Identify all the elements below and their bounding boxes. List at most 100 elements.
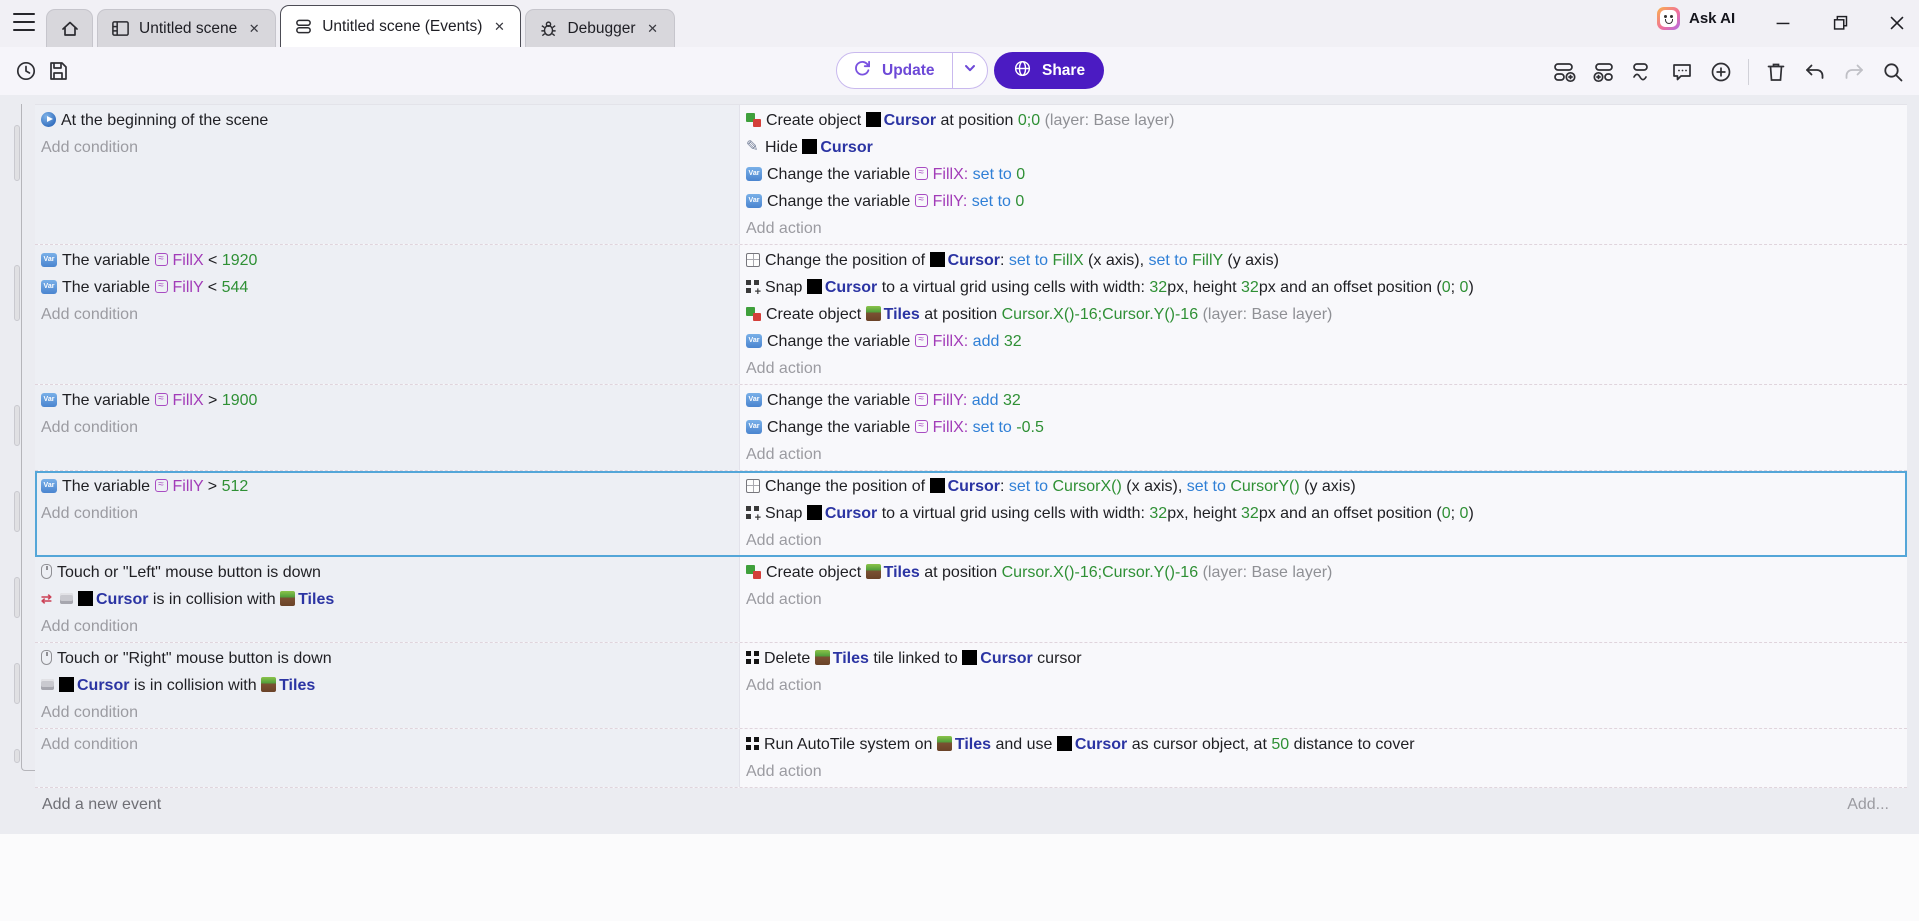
add-more-button[interactable]: Add... — [1847, 796, 1889, 814]
event-block[interactable]: The variable FillX > 1900Add conditionCh… — [14, 385, 1907, 471]
condition-row[interactable]: The variable FillY < 544 — [35, 274, 739, 301]
action-row[interactable]: Change the position of Cursor: set to Fi… — [740, 247, 1907, 274]
action-row[interactable]: Change the variable FillX: set to 0 — [740, 161, 1907, 188]
add-action-button[interactable]: Add action — [740, 215, 1907, 242]
action-row[interactable]: Change the variable FillY: add 32 — [740, 387, 1907, 414]
update-options-button[interactable] — [951, 53, 987, 88]
action-row[interactable]: Create object Tiles at position Cursor.X… — [740, 559, 1907, 586]
tab-label: Debugger — [567, 19, 636, 37]
text-segment: set to — [972, 166, 1012, 183]
action-row[interactable]: Delete Tiles tile linked to Cursor curso… — [740, 645, 1907, 672]
condition-row[interactable]: Cursor is in collision with Tiles — [35, 672, 739, 699]
event-drag-handle[interactable] — [14, 663, 20, 704]
action-row[interactable]: Create object Cursor at position 0;0 (la… — [740, 107, 1907, 134]
add-action-button[interactable]: Add action — [740, 355, 1907, 382]
text-segment: 1900 — [221, 392, 258, 409]
action-row[interactable]: Create object Tiles at position Cursor.X… — [740, 301, 1907, 328]
condition-row[interactable]: Cursor is in collision with Tiles — [35, 586, 739, 613]
event-drag-handle[interactable] — [14, 265, 20, 321]
event-drag-handle[interactable] — [14, 491, 20, 532]
event-block[interactable]: Add condition Run AutoTile system on Tile… — [14, 729, 1907, 788]
search-icon[interactable] — [1881, 60, 1905, 84]
add-event-icon[interactable] — [1553, 60, 1577, 84]
brick-icon — [60, 593, 73, 605]
text-segment: The variable — [62, 252, 155, 269]
tab-home[interactable] — [46, 9, 93, 47]
action-row[interactable]: Change the variable FillX: set to -0.5 — [740, 414, 1907, 441]
close-window-button[interactable] — [1882, 8, 1912, 38]
action-row[interactable]: Change the position of Cursor: set to Cu… — [740, 473, 1907, 500]
action-row[interactable]: Snap Cursor to a virtual grid using cell… — [740, 500, 1907, 527]
text-segment: set to — [971, 193, 1011, 210]
add-condition-button[interactable]: Add condition — [35, 699, 739, 726]
save-icon[interactable] — [46, 59, 70, 83]
vartag-icon — [154, 479, 168, 493]
condition-row[interactable]: The variable FillX > 1900 — [35, 387, 739, 414]
add-new-event-button[interactable]: Add a new event — [42, 796, 161, 814]
update-button[interactable]: Update — [836, 52, 988, 89]
event-block[interactable]: The variable FillY > 512Add conditionCha… — [14, 471, 1907, 557]
cursor-icon — [929, 478, 945, 494]
add-subevent-icon[interactable] — [1592, 60, 1616, 84]
delete-icon[interactable] — [1764, 60, 1788, 84]
event-block[interactable]: The variable FillX < 1920The variable Fi… — [14, 245, 1907, 385]
restore-button[interactable] — [1826, 8, 1856, 38]
text-segment: > — [203, 478, 222, 495]
add-action-button[interactable]: Add action — [740, 758, 1907, 785]
tab-untitled-scene[interactable]: Untitled scene — [97, 9, 277, 47]
event-drag-handle[interactable] — [14, 125, 20, 181]
close-tab-icon[interactable] — [246, 21, 262, 37]
event-drag-handle[interactable] — [14, 405, 20, 446]
action-row[interactable]: Run AutoTile system on Tiles and use Cur… — [740, 731, 1907, 758]
project-manager-menu-icon[interactable] — [13, 13, 35, 31]
redo-icon[interactable] — [1842, 60, 1866, 84]
add-other-event-icon[interactable] — [1631, 60, 1655, 84]
text-segment: Create object — [766, 306, 866, 323]
text-segment: ; — [1450, 505, 1460, 522]
text-segment: Tiles — [298, 591, 335, 608]
condition-row[interactable]: At the beginning of the scene — [35, 107, 739, 134]
add-condition-button[interactable]: Add condition — [35, 500, 739, 527]
add-condition-button[interactable]: Add condition — [35, 731, 739, 758]
add-action-button[interactable]: Add action — [740, 527, 1907, 554]
action-row[interactable]: Snap Cursor to a virtual grid using cell… — [740, 274, 1907, 301]
action-row[interactable]: Hide Cursor — [740, 134, 1907, 161]
condition-row[interactable]: The variable FillX < 1920 — [35, 247, 739, 274]
event-drag-handle[interactable] — [14, 577, 20, 618]
add-comment-icon[interactable] — [1670, 60, 1694, 84]
add-more-events-icon[interactable] — [1709, 60, 1733, 84]
tab-debugger[interactable]: Debugger — [525, 9, 675, 47]
action-row[interactable]: Change the variable FillY: set to 0 — [740, 188, 1907, 215]
text-segment: to a virtual grid using cells with width… — [877, 279, 1150, 296]
text-segment: Cursor.X()-16;Cursor.Y()-16 — [1001, 564, 1199, 581]
condition-row[interactable]: Touch or "Right" mouse button is down — [35, 645, 739, 672]
add-action-button[interactable]: Add action — [740, 672, 1907, 699]
history-icon[interactable] — [14, 59, 38, 83]
action-row[interactable]: Change the variable FillX: add 32 — [740, 328, 1907, 355]
event-block[interactable]: Touch or "Right" mouse button is down Cur… — [14, 643, 1907, 729]
vartag-icon — [154, 393, 168, 407]
minimize-button[interactable] — [1768, 8, 1798, 38]
add-action-button[interactable]: Add action — [740, 441, 1907, 468]
tab-untitled-scene-events[interactable]: Untitled scene (Events) — [280, 5, 522, 47]
text-segment: Tiles — [883, 306, 920, 323]
share-button[interactable]: Share — [994, 52, 1105, 89]
close-tab-icon[interactable] — [645, 21, 661, 37]
undo-icon[interactable] — [1803, 60, 1827, 84]
close-tab-icon[interactable] — [491, 19, 507, 35]
add-condition-button[interactable]: Add condition — [35, 414, 739, 441]
text-segment: Cursor — [824, 279, 878, 296]
text-segment: Cursor — [820, 139, 873, 156]
condition-row[interactable]: Touch or "Left" mouse button is down — [35, 559, 739, 586]
event-drag-handle[interactable] — [14, 749, 20, 763]
text-segment: Tiles — [954, 736, 991, 753]
ask-ai-button[interactable]: Ask AI — [1657, 7, 1735, 30]
text-segment: set to — [972, 419, 1012, 436]
add-condition-button[interactable]: Add condition — [35, 134, 739, 161]
event-block[interactable]: Touch or "Left" mouse button is down Curs… — [14, 557, 1907, 643]
add-condition-button[interactable]: Add condition — [35, 301, 739, 328]
add-action-button[interactable]: Add action — [740, 586, 1907, 613]
condition-row[interactable]: The variable FillY > 512 — [35, 473, 739, 500]
add-condition-button[interactable]: Add condition — [35, 613, 739, 640]
event-block[interactable]: At the beginning of the scene Add conditi… — [14, 105, 1907, 245]
